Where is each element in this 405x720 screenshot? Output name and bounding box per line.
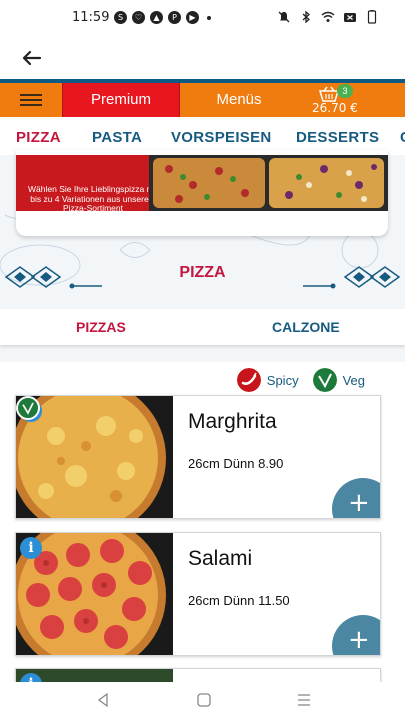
bluetooth-icon [302, 10, 310, 24]
section-header: PIZZA [0, 256, 405, 300]
notification-app-icon: ♡ [132, 11, 145, 24]
notification-app-icon: ▲ [150, 11, 163, 24]
sub-category-tabs: PIZZAS CALZONE [0, 309, 405, 345]
tab-desserts[interactable]: DESSERTS [296, 129, 379, 146]
app-bar [0, 36, 405, 80]
tab-pasta[interactable]: PASTA [92, 129, 142, 146]
banner-image: Wählen Sie Ihre Lieblingspizza mit bis z… [16, 155, 388, 213]
right-ornament-icon [303, 266, 401, 289]
system-navigation-bar [0, 682, 405, 720]
legend-veg-label: Veg [342, 372, 365, 388]
tab-pizza[interactable]: PIZZA [16, 129, 61, 146]
leaf-icon [312, 368, 337, 392]
product-image: i [16, 396, 173, 518]
battery-icon [367, 10, 377, 24]
banner-pizza-image [149, 155, 388, 211]
subtab-calzone[interactable]: CALZONE [272, 319, 340, 335]
premium-button[interactable]: Premium [62, 83, 180, 117]
menu-hamburger-icon[interactable] [20, 94, 42, 107]
notification-app-icon: S [114, 11, 127, 24]
cart-count-badge: 3 [337, 84, 353, 98]
mute-icon [278, 11, 290, 23]
legend-spicy-label: Spicy [266, 372, 299, 388]
legend-spicy: Spicy [236, 368, 299, 392]
veg-leaf-icon [16, 396, 40, 420]
product-image: i [16, 533, 173, 655]
tab-vorspeisen[interactable]: VORSPEISEN [171, 129, 272, 146]
recents-nav-icon[interactable] [296, 692, 312, 708]
product-price: 26cm Dünn 11.50 [188, 593, 290, 608]
sim-blocked-icon [344, 13, 356, 22]
notification-icons: S ♡ ▲ P ▶ [114, 11, 211, 24]
back-arrow-icon[interactable] [18, 44, 46, 72]
home-nav-icon[interactable] [196, 692, 212, 708]
product-name: Salami [188, 547, 253, 570]
diet-legend: Spicy Veg [236, 368, 365, 392]
plus-icon: + [348, 625, 370, 655]
menus-button[interactable]: Menüs [196, 83, 282, 117]
promo-banner[interactable]: Wählen Sie Ihre Lieblingspizza mit bis z… [16, 150, 388, 236]
status-bar: 11:59 S ♡ ▲ P ▶ [0, 0, 405, 36]
subtab-pizzas[interactable]: PIZZAS [76, 319, 126, 335]
add-to-cart-button[interactable]: + [332, 478, 380, 518]
back-nav-icon[interactable] [95, 692, 111, 708]
product-name: Marghrita [188, 410, 277, 433]
cart-button[interactable]: 3 26.70 € [304, 83, 364, 117]
system-indicators [277, 10, 379, 24]
notification-app-icon: ▶ [186, 11, 199, 24]
product-price: 26cm Dünn 8.90 [188, 456, 284, 471]
main-nav-bar: Premium Menüs 3 26.70 € [0, 83, 405, 117]
wifi-icon [321, 11, 335, 22]
more-notifications-dot [207, 15, 211, 20]
product-card[interactable]: i Salami 26cm Dünn 11.50 + [15, 532, 381, 656]
legend-veg: Veg [312, 368, 365, 392]
notification-app-icon: P [168, 11, 181, 24]
tab-next-partial[interactable]: C [400, 129, 405, 146]
product-card[interactable]: i Marghrita 26cm Dünn 8.90 + [15, 395, 381, 519]
plus-icon: + [348, 488, 370, 518]
status-time: 11:59 [72, 10, 110, 25]
cart-total: 26.70 € [312, 101, 358, 115]
info-button[interactable]: i [20, 537, 42, 559]
chili-icon [236, 368, 261, 392]
add-to-cart-button[interactable]: + [332, 615, 380, 655]
app-screen: 11:59 S ♡ ▲ P ▶ Premium Menüs 3 26.70 € [0, 0, 405, 720]
banner-text: Wählen Sie Ihre Lieblingspizza mit bis z… [28, 184, 158, 213]
